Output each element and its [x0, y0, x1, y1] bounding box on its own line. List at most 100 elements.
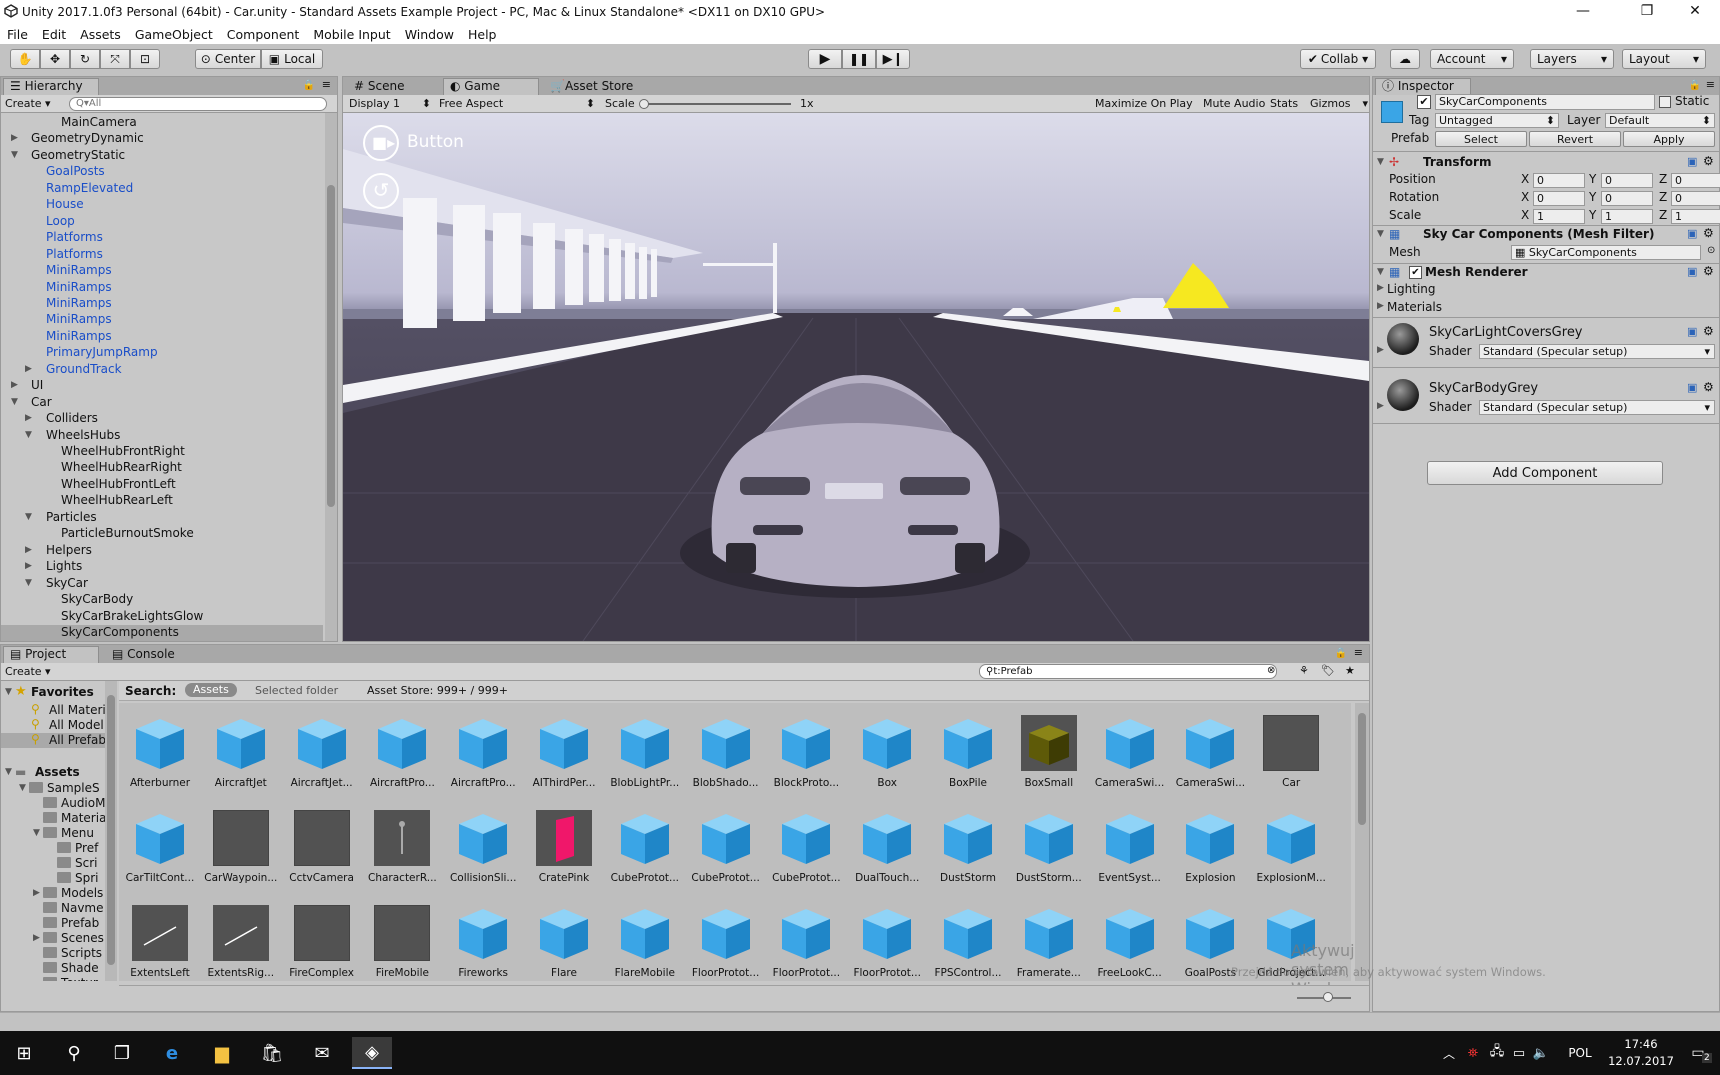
tab-asset-store[interactable]: 🛒Asset Store: [543, 78, 653, 95]
folder-tree-scrollbar[interactable]: [105, 681, 117, 981]
tab-console[interactable]: ▤ Console: [105, 646, 201, 663]
axis-y-label[interactable]: Y: [1589, 190, 1596, 204]
collapse-arrow-icon[interactable]: ▼: [25, 430, 32, 440]
hierarchy-item[interactable]: MiniRamps: [46, 312, 112, 327]
scope-selected-folder-toggle[interactable]: Selected folder: [255, 684, 338, 697]
asset-tile[interactable]: CctvCamera: [283, 804, 361, 896]
expand-arrow-icon[interactable]: ▶: [25, 413, 32, 423]
folder-tree-scroll-thumb[interactable]: [107, 695, 115, 965]
folder-item[interactable]: Scenes: [61, 931, 104, 945]
hierarchy-item[interactable]: ParticleBurnoutSmoke: [61, 526, 194, 541]
foldout-arrow-icon[interactable]: ▶: [1377, 301, 1384, 311]
hierarchy-item[interactable]: MiniRamps: [46, 296, 112, 311]
store-icon[interactable]: 🛍: [252, 1037, 292, 1069]
asset-tile[interactable]: AircraftPro...: [444, 709, 522, 801]
maximize-button[interactable]: ❐: [1624, 0, 1670, 24]
foldout-arrow-icon[interactable]: ▶: [1377, 283, 1384, 293]
asset-tile[interactable]: CollisionSli...: [444, 804, 522, 896]
asset-tile[interactable]: CubeProtot...: [687, 804, 765, 896]
position-y-field[interactable]: 0: [1601, 173, 1653, 188]
asset-tile[interactable]: BoxPile: [929, 709, 1007, 801]
tab-inspector[interactable]: ⓘ Inspector: [1375, 78, 1471, 95]
favorite-star-icon[interactable]: ★: [1345, 664, 1355, 677]
asset-tile[interactable]: Car: [1252, 709, 1330, 801]
lock-icon[interactable]: 🔒: [1335, 648, 1347, 659]
asset-tile[interactable]: BlobShado...: [687, 709, 765, 801]
edge-browser-icon[interactable]: e: [152, 1037, 192, 1069]
asset-tile[interactable]: Afterburner: [121, 709, 199, 801]
help-icon[interactable]: ▣: [1687, 381, 1697, 394]
folder-item[interactable]: Scripts: [61, 946, 102, 960]
lock-icon[interactable]: 🔒: [1689, 80, 1701, 91]
asset-grid-scrollbar[interactable]: [1355, 703, 1369, 981]
help-icon[interactable]: ▣: [1687, 325, 1697, 338]
asset-tile[interactable]: FlareMobile: [606, 899, 684, 981]
asset-grid-scroll-thumb[interactable]: [1358, 713, 1366, 825]
hierarchy-scrollbar[interactable]: [325, 113, 337, 641]
asset-tile[interactable]: CameraSwi...: [1091, 709, 1169, 801]
hierarchy-item[interactable]: GeometryStatic: [31, 148, 125, 163]
asset-tile[interactable]: CratePink: [525, 804, 603, 896]
network-tray-icon[interactable]: 🖧: [1486, 1037, 1508, 1069]
foldout-arrow-icon[interactable]: ▼: [1377, 157, 1384, 167]
folder-item[interactable]: Shade: [61, 961, 99, 975]
menu-item-edit[interactable]: Edit: [35, 27, 73, 42]
expand-arrow-icon[interactable]: ▶: [33, 933, 40, 943]
mesh-renderer-header[interactable]: Mesh Renderer: [1425, 265, 1528, 279]
hierarchy-item[interactable]: MiniRamps: [46, 329, 112, 344]
asset-tile[interactable]: Explosion: [1171, 804, 1249, 896]
asset-tile[interactable]: FireMobile: [363, 899, 441, 981]
collab-dropdown[interactable]: ✔ Collab ▾: [1300, 49, 1376, 69]
axis-x-label[interactable]: X: [1521, 190, 1529, 204]
hierarchy-search-input[interactable]: Q▾All: [69, 97, 327, 111]
gear-icon[interactable]: ⚙: [1703, 264, 1714, 278]
cloud-button[interactable]: ☁: [1390, 49, 1420, 69]
hierarchy-item[interactable]: PrimaryJumpRamp: [46, 345, 158, 360]
asset-tile[interactable]: AircraftPro...: [363, 709, 441, 801]
icon-size-slider-thumb[interactable]: [1323, 992, 1333, 1002]
asset-tile[interactable]: FloorProtot...: [767, 899, 845, 981]
menu-item-component[interactable]: Component: [220, 27, 307, 42]
object-picker-icon[interactable]: ⊙: [1707, 245, 1715, 256]
tab-project[interactable]: ▤ Project: [3, 646, 99, 663]
add-component-button[interactable]: Add Component: [1427, 461, 1663, 485]
pivot-center-button[interactable]: ⊙ Center: [195, 49, 261, 69]
position-z-field[interactable]: 0: [1671, 173, 1720, 188]
create-dropdown[interactable]: Create ▾: [5, 97, 51, 110]
expand-arrow-icon[interactable]: ▶: [11, 133, 18, 143]
account-dropdown[interactable]: Account ▾: [1430, 49, 1514, 69]
folder-item[interactable]: Models: [61, 886, 103, 900]
hand-tool-button[interactable]: ✋: [10, 49, 40, 69]
asset-tile[interactable]: CarTiltCont...: [121, 804, 199, 896]
hierarchy-item[interactable]: WheelHubFrontLeft: [61, 477, 176, 492]
menu-item-mobile-input[interactable]: Mobile Input: [306, 27, 397, 42]
hierarchy-item[interactable]: UI: [31, 378, 43, 393]
maximize-on-play-toggle[interactable]: Maximize On Play: [1095, 97, 1193, 110]
asset-tile[interactable]: BlobLightPr...: [606, 709, 684, 801]
hierarchy-item[interactable]: MainCamera: [61, 115, 137, 130]
scale-z-field[interactable]: 1: [1671, 209, 1720, 224]
favorites-label[interactable]: Favorites: [31, 685, 94, 699]
project-search-input[interactable]: ⚲t:Prefab: [979, 664, 1277, 679]
hierarchy-item[interactable]: WheelHubRearLeft: [61, 493, 173, 508]
axis-z-label[interactable]: Z: [1659, 172, 1667, 186]
filter-by-label-icon[interactable]: 🏷: [1321, 664, 1335, 677]
asset-tile[interactable]: DualTouch...: [848, 804, 926, 896]
materials-foldout[interactable]: Materials: [1387, 300, 1442, 314]
pivot-local-button[interactable]: ▣ Local: [261, 49, 323, 69]
clock[interactable]: 17:46 12.07.2017: [1606, 1036, 1676, 1070]
play-button[interactable]: ▶: [808, 49, 842, 69]
asset-tile[interactable]: FloorProtot...: [848, 899, 926, 981]
panel-menu-icon[interactable]: ≡: [322, 78, 331, 91]
menu-item-assets[interactable]: Assets: [73, 27, 128, 42]
folder-item[interactable]: SampleS: [47, 781, 100, 795]
collapse-arrow-icon[interactable]: ▼: [19, 783, 26, 793]
foldout-arrow-icon[interactable]: ▼: [5, 767, 12, 777]
close-button[interactable]: ✕: [1672, 0, 1718, 24]
hierarchy-scroll-thumb[interactable]: [327, 185, 335, 507]
asset-tile[interactable]: AircraftJet...: [283, 709, 361, 801]
renderer-enabled-checkbox[interactable]: ✔: [1409, 266, 1422, 279]
asset-tile[interactable]: BoxSmall: [1010, 709, 1088, 801]
mail-icon[interactable]: ✉: [302, 1037, 342, 1069]
gizmos-dropdown[interactable]: Gizmos ▾: [1310, 97, 1368, 110]
